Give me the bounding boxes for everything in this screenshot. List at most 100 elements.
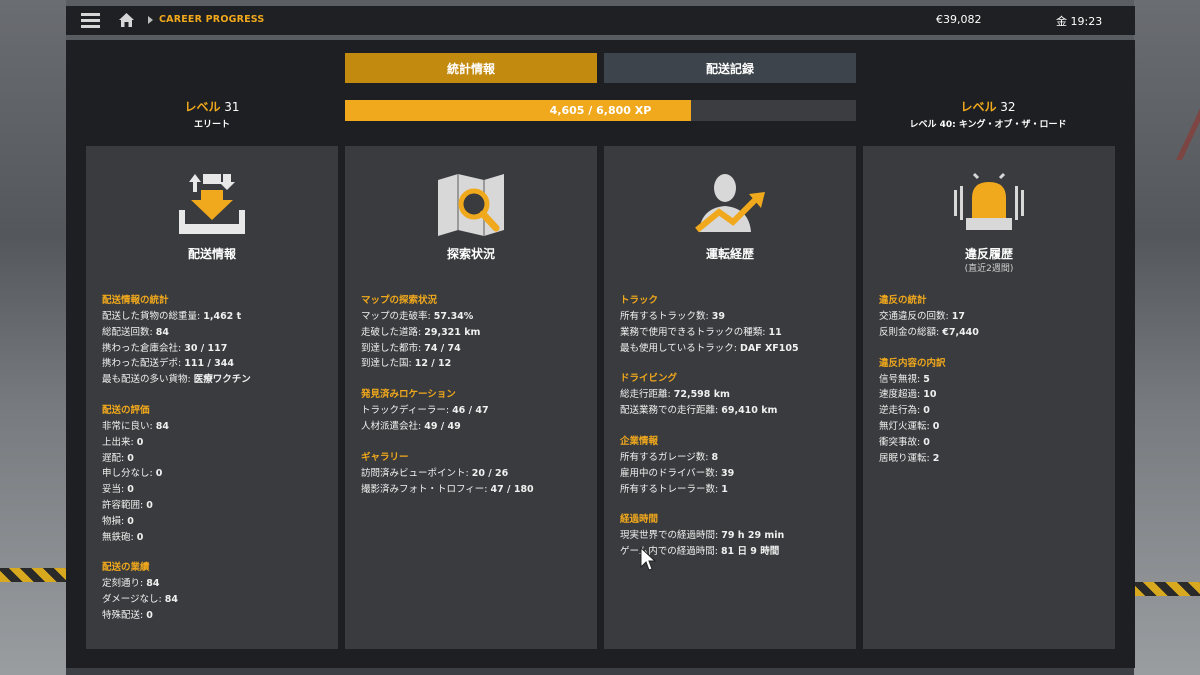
stat-label: 特殊配送: [102, 609, 147, 621]
stat-row: 逆走行為: 0 [879, 403, 1105, 419]
card-body: トラック 所有するトラック数: 39 業務で使用できるトラックの種類: 11 最も使用… [620, 292, 846, 574]
stat-value: 46 / 47 [452, 405, 489, 417]
tab-statistics[interactable]: 統計情報 [345, 53, 597, 83]
stat-section: ギャラリー 訪問済みビューポイント: 20 / 26 撮影済みフォト・トロフィー: … [361, 449, 587, 498]
next-level-goal: レベル 40: キング・オブ・ザ・ロード [909, 120, 1067, 130]
stat-row: 無灯火運転: 0 [879, 419, 1105, 435]
stat-label: 非常に良い: [102, 420, 156, 432]
xp-text: 4,605 / 6,800 XP [549, 104, 652, 117]
section-heading: マップの探索状況 [361, 295, 438, 306]
stat-row: 特殊配送: 0 [102, 608, 328, 624]
stat-value: 医療ワクチン [193, 374, 251, 386]
stat-row: 物損: 0 [102, 514, 328, 530]
stat-row: 信号無視: 5 [879, 372, 1105, 388]
stat-row: 速度超過: 10 [879, 387, 1105, 403]
stat-row: 所有するトレーラー数: 1 [620, 482, 846, 498]
stat-value: 49 / 49 [424, 420, 461, 432]
section-heading: 企業情報 [620, 435, 659, 447]
card-title: 違反履歴 [964, 247, 1013, 261]
stat-label: マップの走破率: [361, 311, 434, 322]
stat-row: 訪問済みビューポイント: 20 / 26 [361, 466, 587, 482]
next-level-value: 32 [1000, 100, 1016, 114]
section-heading: 発見済みロケーション [361, 389, 456, 401]
stat-label: 所有するガレージ数: [620, 451, 712, 463]
stat-label: 居眠り運転: [879, 452, 933, 464]
stat-row: 配送業務での走行距離: 69,410 km [620, 403, 846, 419]
stat-label: 申し分なし: [102, 468, 156, 480]
stat-value: 0 [136, 436, 144, 448]
stat-label: 物損: [102, 515, 128, 527]
stat-label: 上出来: [102, 436, 137, 448]
section-heading: 違反の統計 [879, 295, 927, 306]
stat-label: 到達した都市: [361, 342, 425, 354]
card-title: 運転経歴 [705, 247, 754, 261]
stat-section: ドライビング 総走行距離: 72,598 km 配送業務での走行距離: 69,410… [620, 370, 846, 419]
stat-value: 20 / 26 [471, 467, 509, 479]
current-level: レベル 31 エリート [166, 98, 258, 130]
stat-label: 反則金の総額: [879, 326, 943, 338]
stat-value: 11 [768, 326, 782, 338]
money-display: €39,082 [936, 13, 982, 26]
stat-label: 走破した道路: [361, 326, 425, 338]
stat-row: 雇用中のドライバー数: 39 [620, 466, 846, 482]
stat-row: 到達した国: 12 / 12 [361, 356, 587, 372]
stat-value: 74 / 74 [424, 342, 461, 354]
career-panel: 統計情報 配送記録 レベル 31 エリート 4,605 / 6,800 XP レ… [66, 40, 1135, 668]
stat-section: トラック 所有するトラック数: 39 業務で使用できるトラックの種類: 11 最も使用… [620, 292, 846, 356]
stat-value: 30 / 117 [184, 342, 228, 354]
stat-value: 1 [721, 483, 728, 495]
stat-label: 撮影済みフォト・トロフィー: [361, 483, 491, 495]
card-subtitle: (直近2週間) [964, 264, 1014, 274]
section-heading: ギャラリー [361, 451, 409, 463]
stat-value: 5 [923, 373, 930, 385]
stat-label: 総走行距離: [620, 389, 674, 401]
stat-label: 業務で使用できるトラックの種類: [620, 326, 769, 338]
breadcrumb: CAREER PROGRESS [159, 14, 265, 25]
hazard-stripe-left [0, 568, 66, 582]
current-level-value: 31 [224, 100, 240, 114]
stat-value: 29,321 km [424, 326, 481, 338]
xp-progress-bar: 4,605 / 6,800 XP [345, 100, 856, 121]
stat-row: 携わった配送デポ: 111 / 344 [102, 356, 328, 372]
stat-section: 違反の統計 交通違反の回数: 17 反則金の総額: €7,440 [879, 292, 1105, 341]
stat-value: 81 日 9 時間 [720, 546, 780, 558]
card-body: マップの探索状況 マップの走破率: 57.34% 走破した道路: 29,321 km… [361, 292, 587, 511]
hazard-stripe-right [1134, 582, 1200, 596]
card-violations: 違反履歴 (直近2週間) 違反の統計 交通違反の回数: 17 反則金の総額: €7,… [863, 146, 1115, 649]
stat-value: 47 / 180 [490, 483, 534, 495]
stat-label: 無灯火運転: [879, 420, 933, 432]
card-body: 違反の統計 交通違反の回数: 17 反則金の総額: €7,440 違反内容の内訳 信号無… [879, 292, 1105, 480]
stat-value: 17 [951, 311, 965, 322]
stat-row: 所有するガレージ数: 8 [620, 450, 846, 466]
stat-section: 違反内容の内訳 信号無視: 5 速度超過: 10 逆走行為: 0 無灯火運転: 0 衝突事… [879, 355, 1105, 467]
stat-row: 衝突事故: 0 [879, 435, 1105, 451]
breadcrumb-arrow-icon [148, 16, 153, 24]
stat-section: 企業情報所有するガレージ数: 8 雇用中のドライバー数: 39 所有するトレーラー数… [620, 433, 846, 497]
stat-row: 非常に良い: 84 [102, 419, 328, 435]
stat-value: 0 [155, 468, 163, 480]
stat-value: DAF XF105 [739, 342, 799, 354]
current-rank: エリート [193, 120, 230, 130]
stat-label: 携わった配送デポ: [102, 358, 185, 370]
stat-row: 交通違反の回数: 17 [879, 309, 1105, 325]
map-search-icon [438, 174, 504, 236]
stat-value: 69,410 km [721, 405, 778, 417]
hamburger-menu-icon[interactable] [81, 13, 100, 28]
stat-row: 無鉄砲: 0 [102, 530, 328, 546]
stat-value: 0 [136, 531, 144, 543]
stat-label: 逆走行為: [879, 405, 924, 417]
stat-label: 遅配: [102, 452, 128, 464]
stat-row: 遅配: 0 [102, 451, 328, 467]
tab-delivery-log[interactable]: 配送記録 [604, 53, 856, 83]
home-icon[interactable] [118, 12, 135, 28]
stat-row: 携わった倉庫会社: 30 / 117 [102, 341, 328, 357]
stat-section: 配送の業績 定刻通り: 84 ダメージなし: 84 特殊配送: 0 [102, 559, 328, 623]
game-clock: 金 19:23 [1056, 15, 1103, 28]
stat-label: ダメージなし: [102, 594, 165, 606]
stat-row: トラックディーラー: 46 / 47 [361, 403, 587, 419]
stat-row: 総配送回数: 84 [102, 325, 328, 341]
card-title: 探索状況 [446, 247, 495, 261]
top-bar: CAREER PROGRESS €39,082 金 19:23 [66, 6, 1135, 35]
section-heading: 配送情報の統計 [102, 295, 169, 306]
card-exploration: 探索状況 マップの探索状況 マップの走破率: 57.34% 走破した道路: 29,3… [345, 146, 597, 649]
